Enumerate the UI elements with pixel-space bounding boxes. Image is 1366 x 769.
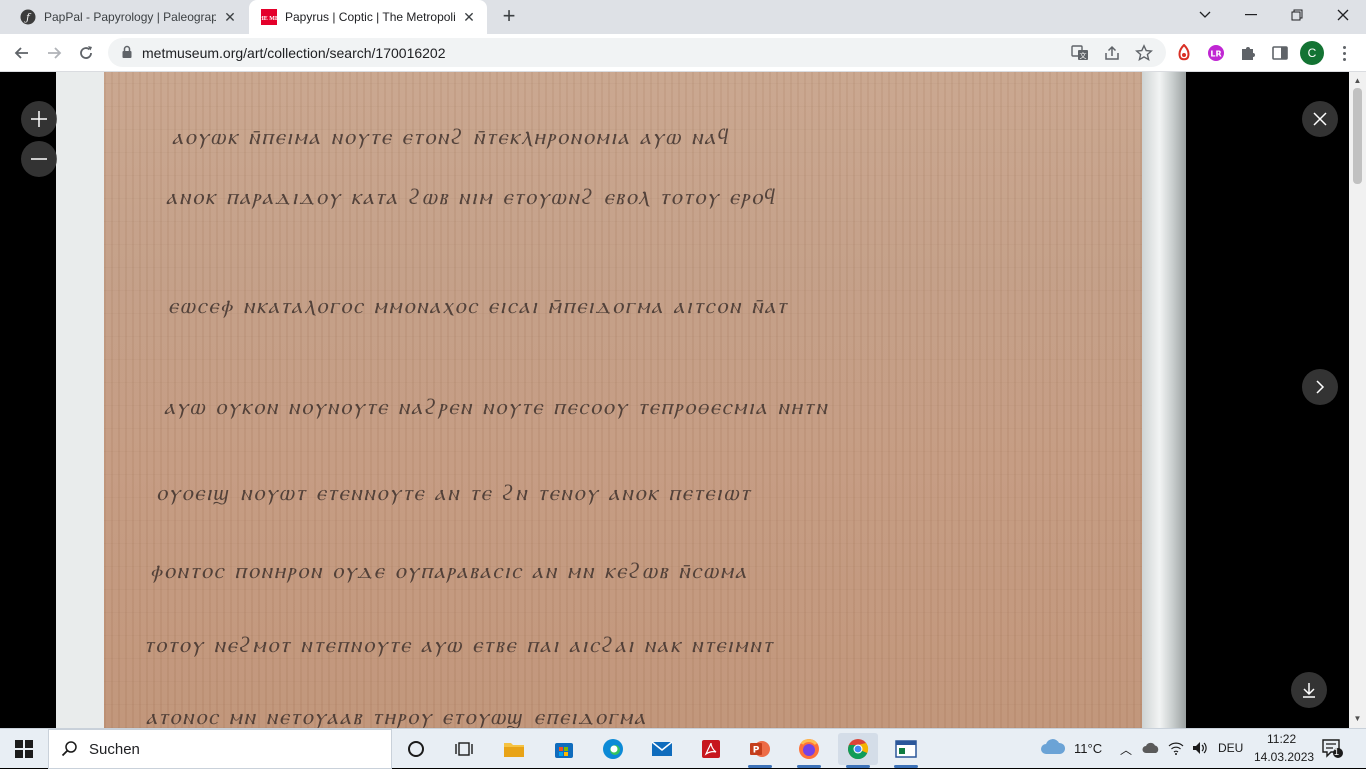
close-viewer-button[interactable] — [1302, 101, 1338, 137]
search-label: Suchen — [89, 740, 140, 758]
profile-avatar[interactable]: C — [1300, 41, 1324, 65]
page-scrollbar[interactable]: ▲ ▼ — [1349, 72, 1366, 728]
acrobat-icon[interactable] — [691, 733, 731, 765]
script-line: ⲁⲩⲱ ⲟⲩⲕⲟⲛ ⲛⲟⲩⲛⲟⲩⲧⲉ ⲛⲁϩⲣⲉⲛ ⲛⲟⲩⲧⲉ ⲡⲉⲥⲟⲟⲩ ⲧ… — [164, 395, 829, 420]
minimize-button[interactable] — [1228, 0, 1274, 30]
windows-taskbar: Suchen P 11°C ︿ DEU 11:22 14.03.2023 1 — [0, 728, 1366, 769]
scroll-thumb[interactable] — [1353, 88, 1362, 184]
tab-title: Papyrus | Coptic | The Metropolit — [285, 10, 455, 24]
lock-icon[interactable] — [120, 45, 134, 59]
script-line: ⲁⲧⲟⲛⲟⲥ ⲙⲛ ⲛⲉⲧⲟⲩⲁⲁⲃ ⲧⲏⲣⲟⲩ ⲉⲧⲟⲩⲱϣ ⲉⲡⲉⲓⲇⲟⲅⲙ… — [146, 705, 648, 728]
weather-temperature[interactable]: 11°C — [1074, 741, 1102, 756]
script-line: ⲟⲩⲟⲉⲓϣ ⲛⲟⲩⲱⲧ ⲉⲧⲉⲛⲛⲟⲩⲧⲉ ⲁⲛ ⲧⲉ ϩⲛ ⲧⲉⲛⲟⲩ ⲁⲛ… — [156, 481, 752, 506]
microsoft-store-icon[interactable] — [544, 733, 584, 765]
script-line: ⲧⲟⲧⲟⲩ ⲛⲉϩⲙⲟⲧ ⲛⲧⲉⲡⲛⲟⲩⲧⲉ ⲁⲩⲱ ⲉⲧⲃⲉ ⲡⲁⲓ ⲁⲓⲥϩ… — [144, 633, 775, 658]
script-line: ⲁⲟⲩⲱⲕ ⲛ̄ⲡⲉⲓⲙⲁ ⲛⲟⲩⲧⲉ ⲉⲧⲟⲛϩ ⲛ̄ⲧⲉⲕⲗⲏⲣⲟⲛⲟⲙⲓⲁ… — [172, 125, 731, 150]
edge-icon[interactable] — [593, 733, 633, 765]
firefox-icon[interactable] — [789, 733, 829, 768]
restore-button[interactable] — [1274, 0, 1320, 30]
taskbar-search[interactable]: Suchen — [48, 729, 392, 769]
powerpoint-icon[interactable]: P — [740, 733, 780, 768]
onedrive-icon[interactable] — [1142, 741, 1160, 759]
close-icon — [1313, 112, 1327, 126]
next-image-button[interactable] — [1302, 369, 1338, 405]
download-button[interactable] — [1291, 672, 1327, 708]
zoom-in-button[interactable] — [21, 101, 57, 137]
reload-button[interactable] — [72, 39, 100, 67]
svg-text:THE MET: THE MET — [261, 16, 277, 22]
input-language[interactable]: DEU — [1218, 741, 1243, 755]
extension-lr-icon[interactable]: LR — [1206, 43, 1226, 63]
scroll-down-icon[interactable]: ▼ — [1353, 714, 1362, 723]
tab-search-chevron-icon[interactable] — [1182, 0, 1228, 30]
met-icon: THE MET — [261, 9, 277, 25]
address-bar[interactable]: metmuseum.org/art/collection/search/1700… — [108, 38, 1166, 67]
chevron-up-icon[interactable]: ︿ — [1120, 741, 1132, 758]
search-icon — [61, 741, 77, 757]
plus-icon — [31, 111, 47, 127]
weather-cloud-icon[interactable] — [1040, 738, 1066, 761]
clock-time[interactable]: 11:22 — [1267, 732, 1296, 746]
browser-toolbar: metmuseum.org/art/collection/search/1700… — [0, 34, 1366, 72]
script-line: ⲉⲱⲥⲉⲫ ⲛⲕⲁⲧⲁⲗⲟⲅⲟⲥ ⲙⲙⲟⲛⲁⲭⲟⲥ ⲉⲓⲥⲁⲓ ⲙ̄ⲡⲉⲓⲇⲟⲅ… — [168, 294, 789, 319]
clock-date[interactable]: 14.03.2023 — [1254, 750, 1314, 764]
close-icon[interactable]: ✕ — [461, 9, 477, 25]
mail-icon[interactable] — [642, 733, 682, 765]
more-menu-icon[interactable] — [1334, 42, 1354, 64]
extensions-puzzle-icon[interactable] — [1238, 43, 1258, 63]
svg-text:文: 文 — [1080, 51, 1087, 60]
tab-title: PapPal - Papyrology | Paleograph — [44, 10, 216, 24]
papyrus-frame: ⲁⲟⲩⲱⲕ ⲛ̄ⲡⲉⲓⲙⲁ ⲛⲟⲩⲧⲉ ⲉⲧⲟⲛϩ ⲛ̄ⲧⲉⲕⲗⲏⲣⲟⲛⲟⲙⲓⲁ… — [56, 72, 1186, 728]
task-view-icon[interactable] — [444, 733, 484, 765]
speaker-icon[interactable] — [1192, 741, 1208, 760]
frame-edge — [1142, 72, 1186, 728]
chrome-icon[interactable] — [838, 733, 878, 768]
url-text[interactable]: metmuseum.org/art/collection/search/1700… — [142, 45, 446, 61]
chevron-right-icon — [1316, 380, 1325, 394]
windows-logo-icon — [15, 740, 33, 758]
script-line: ⲁⲛⲟⲕ ⲡⲁⲣⲁⲇⲓⲇⲟⲩ ⲕⲁⲧⲁ ϩⲱⲃ ⲛⲓⲙ ⲉⲧⲟⲩⲱⲛϩ ⲉⲃⲟⲗ… — [166, 185, 778, 210]
tab-pappal[interactable]: ƒ PapPal - Papyrology | Paleograph ✕ — [8, 0, 248, 34]
notifications-icon[interactable] — [1322, 739, 1344, 764]
download-icon — [1303, 683, 1315, 698]
new-tab-button[interactable]: + — [498, 5, 520, 28]
translate-icon[interactable]: 文 — [1070, 43, 1090, 63]
file-explorer-icon[interactable] — [494, 733, 534, 765]
share-icon[interactable] — [1102, 43, 1122, 63]
extension-red-icon[interactable] — [1174, 43, 1194, 63]
svg-text:LR: LR — [1210, 50, 1221, 59]
zoom-out-button[interactable] — [21, 141, 57, 177]
cortana-icon[interactable] — [396, 733, 436, 765]
pappal-icon: ƒ — [20, 9, 36, 25]
close-window-button[interactable] — [1320, 0, 1366, 30]
bookmark-star-icon[interactable] — [1134, 43, 1154, 63]
start-button[interactable] — [0, 729, 48, 769]
tab-strip: ƒ PapPal - Papyrology | Paleograph ✕ THE… — [0, 0, 1366, 34]
forward-button[interactable] — [40, 39, 68, 67]
scroll-up-icon[interactable]: ▲ — [1353, 76, 1362, 85]
svg-text:P: P — [753, 746, 760, 756]
notification-count: 1 — [1334, 747, 1340, 757]
script-line: ⲫⲟⲛⲧⲟⲥ ⲡⲟⲛⲏⲣⲟⲛ ⲟⲩⲇⲉ ⲟⲩⲡⲁⲣⲁⲃⲁⲥⲓⲥ ⲁⲛ ⲙⲛ ⲕⲉ… — [150, 559, 748, 584]
close-icon[interactable]: ✕ — [222, 9, 238, 25]
tab-metmuseum[interactable]: THE MET Papyrus | Coptic | The Metropoli… — [249, 0, 487, 34]
side-panel-icon[interactable] — [1270, 43, 1290, 63]
app-window-icon[interactable] — [886, 733, 926, 768]
minus-icon — [31, 158, 47, 160]
papyrus-image[interactable]: ⲁⲟⲩⲱⲕ ⲛ̄ⲡⲉⲓⲙⲁ ⲛⲟⲩⲧⲉ ⲉⲧⲟⲛϩ ⲛ̄ⲧⲉⲕⲗⲏⲣⲟⲛⲟⲙⲓⲁ… — [104, 72, 1144, 728]
back-button[interactable] — [8, 39, 36, 67]
wifi-icon[interactable] — [1168, 741, 1184, 760]
image-viewer[interactable]: ⲁⲟⲩⲱⲕ ⲛ̄ⲡⲉⲓⲙⲁ ⲛⲟⲩⲧⲉ ⲉⲧⲟⲛϩ ⲛ̄ⲧⲉⲕⲗⲏⲣⲟⲛⲟⲙⲓⲁ… — [0, 72, 1349, 728]
